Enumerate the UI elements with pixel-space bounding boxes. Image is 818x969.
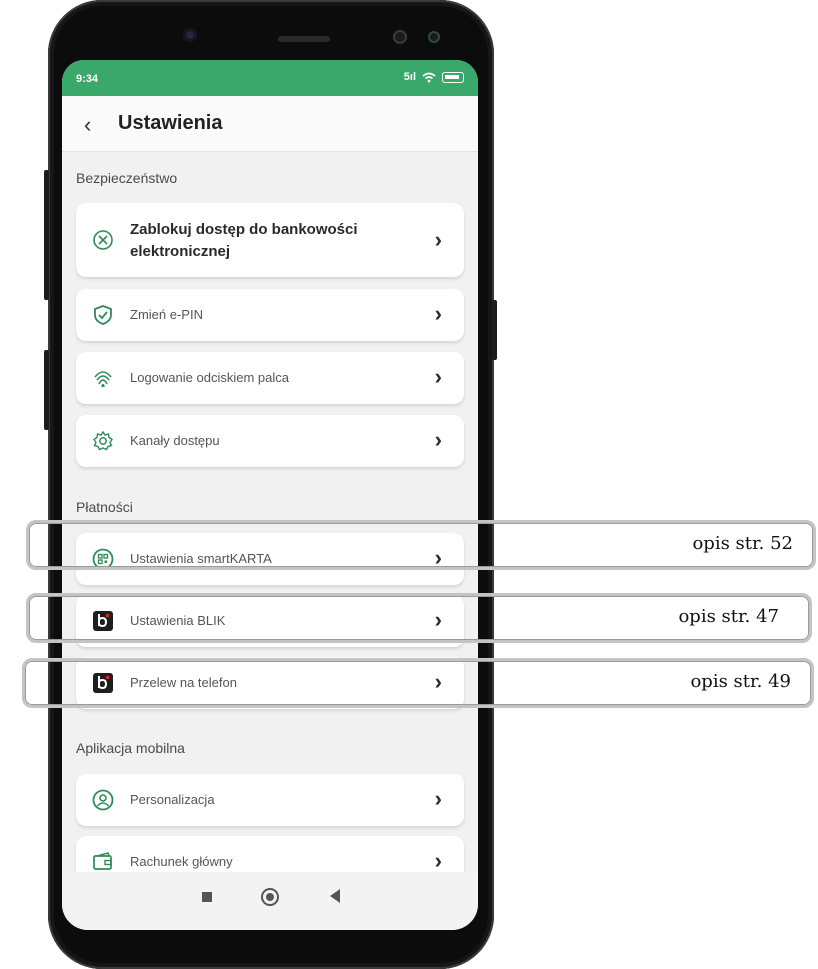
chevron-right-icon: › (434, 848, 442, 873)
menu-item-change-epin[interactable]: Zmień e-PIN › (76, 289, 464, 341)
power-button (492, 300, 497, 360)
wifi-icon (422, 72, 436, 82)
earpiece-speaker (278, 36, 330, 42)
callout-text: opis str. 47 (678, 606, 779, 627)
menu-item-label: Zablokuj dostęp do bankowości elektronic… (130, 221, 358, 260)
chevron-right-icon: › (434, 301, 442, 326)
menu-item-block-access[interactable]: Zablokuj dostęp do bankowości elektronic… (76, 203, 464, 277)
callout-blik-settings: opis str. 47 (26, 593, 812, 643)
volume-button (44, 170, 49, 300)
callout-phone-transfer: opis str. 49 (22, 658, 814, 708)
battery-icon (442, 71, 464, 83)
menu-item-label: Rachunek główny (130, 854, 233, 869)
shield-check-icon (94, 305, 112, 325)
callout-smartkarta: opis str. 52 (26, 520, 816, 570)
section-label-security: Bezpieczeństwo (76, 170, 178, 186)
bixby-button (44, 350, 49, 430)
recent-apps-icon[interactable] (202, 892, 212, 902)
sensor-icon (393, 30, 407, 44)
user-icon (92, 789, 114, 811)
android-nav-bar (62, 872, 478, 930)
menu-item-label: Kanały dostępu (130, 433, 220, 448)
chevron-right-icon: › (434, 427, 442, 452)
section-label-mobile-app: Aplikacja mobilna (76, 740, 185, 756)
status-time: 9:34 (76, 73, 99, 85)
iris-sensor-icon (428, 31, 440, 43)
menu-item-label: Zmień e-PIN (130, 307, 203, 322)
home-icon[interactable] (261, 888, 279, 906)
fingerprint-icon (94, 371, 112, 388)
block-icon (93, 230, 113, 250)
callout-text: opis str. 52 (692, 533, 793, 554)
wallet-icon (93, 852, 112, 870)
front-camera-icon (183, 28, 197, 42)
chevron-left-icon[interactable]: ‹ (84, 112, 91, 138)
menu-item-personalization[interactable]: Personalizacja › (76, 774, 464, 826)
chevron-right-icon: › (434, 786, 442, 811)
menu-item-fingerprint[interactable]: Logowanie odciskiem palca › (76, 352, 464, 404)
menu-item-label: Logowanie odciskiem palca (130, 370, 289, 385)
page-title: Ustawienia (118, 112, 223, 134)
back-triangle-icon[interactable] (330, 889, 340, 903)
chevron-right-icon: › (434, 364, 442, 389)
status-icons: 5ıl (404, 71, 464, 83)
menu-item-label: Personalizacja (130, 792, 215, 807)
phone-screen: 9:34 5ıl ‹ Ustawienia Bezpieczeństwo Zab… (62, 60, 478, 930)
gear-icon (93, 430, 113, 451)
chevron-right-icon: › (434, 227, 442, 252)
section-label-payments: Płatności (76, 499, 133, 515)
signal-icon: 5ıl (403, 71, 416, 83)
status-bar: 9:34 5ıl (62, 60, 478, 96)
callout-text: opis str. 49 (690, 671, 791, 692)
app-header: ‹ Ustawienia (62, 96, 478, 152)
menu-item-access-channels[interactable]: Kanały dostępu › (76, 415, 464, 467)
